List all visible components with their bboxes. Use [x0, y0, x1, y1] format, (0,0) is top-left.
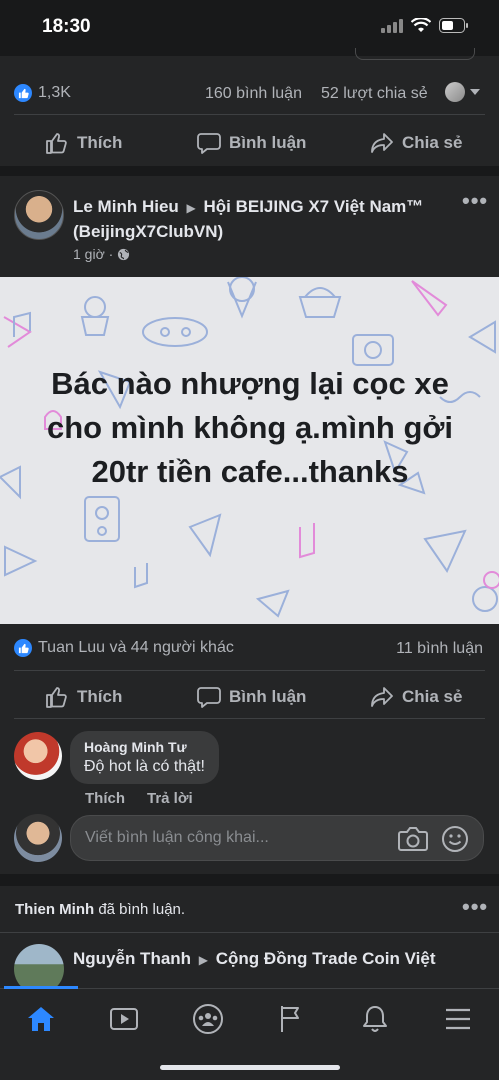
like-reaction-icon [14, 639, 32, 657]
collapsed-element [355, 48, 475, 60]
home-indicator [160, 1065, 340, 1070]
share-arrow-icon [371, 133, 393, 153]
bottom-nav [0, 986, 499, 1080]
comment-label: Bình luận [229, 687, 307, 706]
commenter-avatar[interactable] [14, 732, 62, 780]
thumbs-up-icon [46, 133, 67, 154]
flag-icon [281, 1006, 299, 1032]
post-timestamp[interactable]: 1 giờ · [73, 246, 113, 262]
pages-tab[interactable] [271, 999, 311, 1039]
prev-reaction-count: 1,3K [38, 84, 71, 101]
comment-input-placeholder: Viết bình luận công khai... [85, 829, 269, 846]
bell-icon [363, 1006, 387, 1032]
camera-icon[interactable] [398, 826, 428, 852]
triangle-right-icon: ▶ [198, 953, 209, 967]
next-group-name[interactable]: Cộng Đồng Trade Coin Việt [216, 949, 436, 968]
globe-icon [118, 248, 130, 260]
menu-tab[interactable] [438, 999, 478, 1039]
comment-author[interactable]: Hoàng Minh Tư [84, 739, 205, 755]
watch-tab[interactable] [104, 999, 144, 1039]
viewer-avatar [445, 82, 465, 102]
post-share-button[interactable]: Chia sẻ [370, 686, 462, 708]
battery-icon [439, 18, 468, 33]
groups-icon [193, 1004, 223, 1034]
caret-down-icon [470, 89, 480, 95]
share-label: Chia sẻ [402, 133, 463, 152]
comment-like-link[interactable]: Thích [85, 790, 125, 807]
post-meta: 1 giờ · [73, 246, 130, 262]
feed-separator [0, 874, 499, 886]
post-comment-count[interactable]: 11 bình luận [396, 640, 483, 658]
video-icon [110, 1008, 138, 1030]
share-arrow-icon [371, 687, 393, 707]
post-body-text: Bác nào nhượng lại cọc xe cho mình không… [46, 366, 454, 489]
prev-comment-button[interactable]: Bình luận [197, 132, 306, 154]
feed-separator [0, 166, 499, 176]
post-header: Le Minh Hieu ▶ Hội BEIJING X7 Việt Nam™ … [73, 195, 453, 244]
emoji-icon[interactable] [441, 825, 469, 853]
divider [14, 670, 485, 671]
next-post-header: Nguyễn Thanh ▶ Cộng Đồng Trade Coin Việt [73, 949, 483, 969]
comment-text: Độ hot là có thật! [84, 758, 205, 775]
audience-selector[interactable] [445, 82, 481, 102]
prev-like-button[interactable]: Thích [45, 132, 122, 154]
comment-label: Bình luận [229, 133, 307, 152]
next-author-name[interactable]: Nguyễn Thanh [73, 949, 191, 968]
prev-reaction-summary[interactable]: 1,3K [14, 84, 71, 102]
activity-name[interactable]: Thien Minh [15, 901, 94, 918]
divider [14, 718, 485, 719]
activity-line: Thien Minh đã bình luận. [15, 901, 185, 918]
home-icon [28, 1007, 54, 1031]
prev-share-count[interactable]: 52 lượt chia sẻ [321, 85, 428, 103]
author-avatar[interactable] [14, 190, 64, 240]
share-label: Chia sẻ [402, 687, 463, 706]
prev-comment-count[interactable]: 160 bình luận [205, 85, 302, 103]
previous-post-card: 1,3K 160 bình luận 52 lượt chia sẻ Thích… [0, 48, 499, 166]
post-like-button[interactable]: Thích [45, 686, 122, 708]
comment-input[interactable]: Viết bình luận công khai... [70, 815, 484, 861]
more-options-icon[interactable]: ••• [462, 188, 488, 214]
like-reaction-icon [14, 84, 32, 102]
status-icons [381, 18, 469, 33]
prev-share-button[interactable]: Chia sẻ [370, 132, 462, 154]
post-reaction-summary[interactable]: Tuan Luu và 44 người khác [14, 639, 234, 657]
comment-bubble: Hoàng Minh Tư Độ hot là có thật! [70, 731, 219, 784]
comment-bubble-icon [197, 687, 221, 708]
activity-suffix: đã bình luận. [94, 901, 186, 918]
hamburger-menu-icon [446, 1008, 470, 1030]
triangle-right-icon: ▶ [186, 201, 196, 215]
notifications-tab[interactable] [355, 999, 395, 1039]
home-tab[interactable] [21, 999, 61, 1039]
more-options-icon[interactable]: ••• [462, 894, 488, 920]
like-label: Thích [77, 687, 123, 706]
divider [14, 114, 485, 115]
like-label: Thích [77, 133, 123, 152]
active-tab-indicator [4, 986, 78, 989]
comment-bubble-icon [197, 133, 221, 154]
next-post-card: Thien Minh đã bình luận. ••• Nguyễn Than… [0, 886, 499, 996]
post-reaction-text: Tuan Luu và 44 người khác [38, 639, 234, 656]
post-comment-button[interactable]: Bình luận [197, 686, 306, 708]
comment-reply-link[interactable]: Trả lời [147, 790, 193, 807]
author-name[interactable]: Le Minh Hieu [73, 197, 179, 216]
divider [0, 932, 499, 933]
thumbs-up-icon [46, 687, 67, 708]
current-user-avatar [14, 814, 62, 862]
groups-tab[interactable] [188, 999, 228, 1039]
status-time: 18:30 [42, 16, 91, 37]
wifi-icon [411, 18, 431, 32]
cellular-signal-icon [381, 18, 403, 33]
